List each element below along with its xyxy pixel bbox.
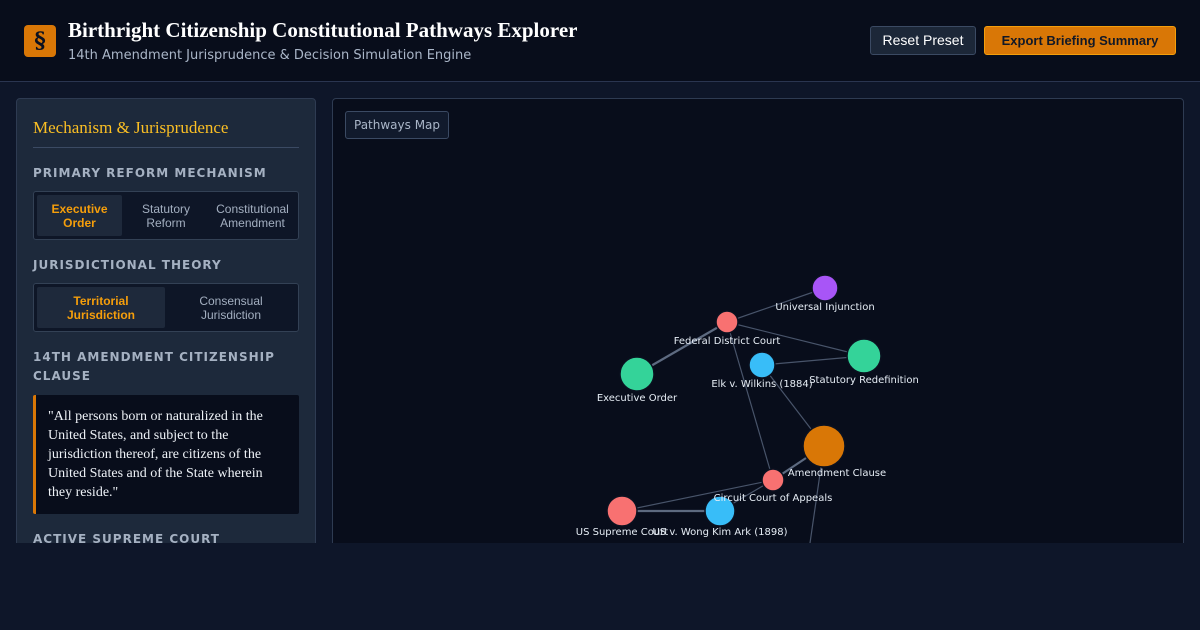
option-line: Constitutional: [216, 201, 289, 216]
node-federal-district-court[interactable]: [715, 310, 739, 334]
option-line: Reform: [146, 215, 186, 230]
pathways-map[interactable]: Universal Injunction Federal District Cou…: [332, 98, 1184, 543]
node-label-wong-kim-ark: US v. Wong Kim Ark (1898): [652, 527, 787, 538]
panel-divider: [33, 147, 299, 148]
jurisdiction-selector: Territorial Jurisdiction Consensual Jurisd…: [33, 283, 299, 332]
jurisdiction-label: JURISDICTIONAL THEORY: [33, 258, 222, 272]
option-line: Statutory: [141, 201, 191, 216]
option-statutory-reform[interactable]: Statutory Reform: [124, 195, 208, 236]
option-line: Jurisdiction: [200, 307, 262, 322]
node-us-supreme-court[interactable]: [606, 495, 638, 527]
option-territorial-jurisdiction[interactable]: Territorial Jurisdiction: [37, 287, 165, 328]
option-line: Territorial: [73, 293, 129, 308]
main-viewport[interactable]: Mechanism & Jurisprudence PRIMARY REFORM…: [0, 82, 1200, 543]
mechanism-panel[interactable]: Mechanism & Jurisprudence PRIMARY REFORM…: [16, 98, 316, 543]
option-line: Order: [63, 215, 96, 230]
option-line: Consensual: [199, 293, 263, 308]
panel-title: Mechanism & Jurisprudence: [33, 118, 229, 137]
pathways-map-tag: Pathways Map: [345, 111, 450, 139]
node-label-universal-injunction: Universal Injunction: [775, 302, 874, 313]
app-subtitle: 14th Amendment Jurisprudence & Decision …: [68, 48, 472, 63]
node-label-amendment-clause: Amendment Clause: [788, 468, 886, 479]
reset-preset-button[interactable]: Reset Preset: [870, 26, 976, 55]
app-title: Birthright Citizenship Constitutional Pa…: [68, 18, 578, 42]
section-sign-logo-icon: §: [24, 25, 56, 57]
pathways-graph[interactable]: Universal Injunction Federal District Cou…: [333, 99, 1184, 543]
mechanism-label: PRIMARY REFORM MECHANISM: [33, 166, 267, 180]
node-amendment-clause[interactable]: [802, 424, 846, 468]
option-line: Executive: [51, 201, 108, 216]
option-executive-order[interactable]: Executive Order: [37, 195, 122, 236]
citizenship-clause-quote: "All persons born or naturalized in the …: [33, 395, 299, 514]
option-line: Amendment: [220, 215, 285, 230]
export-briefing-button[interactable]: Export Briefing Summary: [984, 26, 1176, 55]
node-label-executive-order: Executive Order: [597, 393, 678, 404]
citizenship-clause-label: 14TH AMENDMENT CITIZENSHIP CLAUSE: [33, 350, 275, 383]
mechanism-selector: Executive Order Statutory Reform Constitut…: [33, 191, 299, 240]
node-label-elk-v-wilkins: Elk v. Wilkins (1884): [711, 379, 812, 390]
active-court-label: ACTIVE SUPREME COURT: [33, 532, 220, 543]
node-statutory-redefinition[interactable]: [846, 338, 882, 374]
option-line: Jurisdiction: [66, 307, 135, 322]
app-header: § Birthright Citizenship Constitutional …: [0, 0, 1200, 82]
node-universal-injunction[interactable]: [811, 274, 839, 302]
node-label-statutory-redefinition: Statutory Redefinition: [809, 375, 919, 386]
node-label-federal-district-court: Federal District Court: [674, 336, 781, 347]
node-circuit-court[interactable]: [761, 468, 785, 492]
node-label-circuit-court: Circuit Court of Appeals: [714, 493, 833, 504]
option-constitutional-amendment[interactable]: Constitutional Amendment: [210, 195, 295, 236]
node-elk-v-wilkins[interactable]: [748, 351, 776, 379]
option-consensual-jurisdiction[interactable]: Consensual Jurisdiction: [167, 287, 295, 328]
node-executive-order[interactable]: [619, 356, 655, 392]
